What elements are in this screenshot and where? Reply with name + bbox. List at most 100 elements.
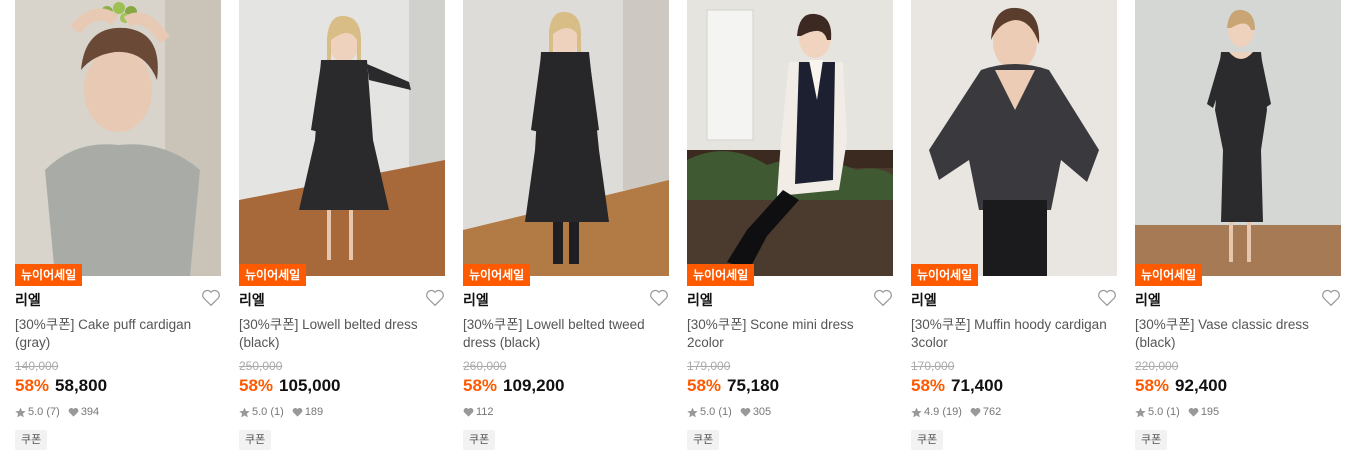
sale-price: 92,400 xyxy=(1175,376,1228,395)
rating-likes: 5.0 (1) 305 xyxy=(687,406,779,418)
heart-icon[interactable] xyxy=(1321,289,1341,307)
rating-likes: 5.0 (1) 195 xyxy=(1135,406,1227,418)
heart-icon[interactable] xyxy=(425,289,445,307)
price-line: 58% 105,000 xyxy=(239,376,340,396)
star-icon xyxy=(15,406,26,417)
star-icon xyxy=(911,406,922,417)
brand-name[interactable]: 리엘 xyxy=(687,290,713,310)
brand-name[interactable]: 리엘 xyxy=(463,290,489,310)
brand-name[interactable]: 리엘 xyxy=(15,290,41,310)
sale-badge: 뉴이어세일 xyxy=(1135,264,1203,286)
heart-icon[interactable] xyxy=(873,289,893,307)
review-count: (19) xyxy=(942,406,962,418)
price-line: 58% 58,800 xyxy=(15,376,107,396)
product-card[interactable]: 뉴이어세일 리엘 [30%쿠폰] Muffin hoody cardigan 3… xyxy=(911,0,1117,467)
star-icon xyxy=(239,406,250,417)
rating-likes: 5.0 (1) 189 xyxy=(239,406,331,418)
product-image[interactable] xyxy=(239,0,445,276)
product-image[interactable] xyxy=(911,0,1117,276)
brand-name[interactable]: 리엘 xyxy=(239,290,265,310)
original-price: 170,000 xyxy=(911,359,955,373)
like-count: 762 xyxy=(982,406,1002,418)
review-count: (1) xyxy=(270,406,284,418)
heart-icon[interactable] xyxy=(1097,289,1117,307)
product-name[interactable]: [30%쿠폰] Muffin hoody cardigan 3color xyxy=(911,316,1117,352)
like-heart-icon xyxy=(68,407,79,417)
coupon-tag: 쿠폰 xyxy=(1135,430,1168,450)
product-name[interactable]: [30%쿠폰] Scone mini dress 2color xyxy=(687,316,893,352)
sale-badge: 뉴이어세일 xyxy=(239,264,307,286)
product-card[interactable]: 뉴이어세일 리엘 [30%쿠폰] Cake puff cardigan (gra… xyxy=(15,0,221,467)
product-grid: 뉴이어세일 리엘 [30%쿠폰] Cake puff cardigan (gra… xyxy=(0,0,1349,467)
discount-rate: 58% xyxy=(1135,376,1170,395)
sale-badge: 뉴이어세일 xyxy=(687,264,755,286)
price-line: 58% 109,200 xyxy=(463,376,564,396)
heart-icon[interactable] xyxy=(649,289,669,307)
rating-value: 5.0 xyxy=(700,406,716,418)
product-image[interactable] xyxy=(687,0,893,276)
like-heart-icon xyxy=(740,407,751,417)
sale-price: 58,800 xyxy=(55,376,108,395)
coupon-tag: 쿠폰 xyxy=(239,430,272,450)
review-count: (1) xyxy=(718,406,732,418)
like-count: 195 xyxy=(1200,406,1220,418)
discount-rate: 58% xyxy=(687,376,722,395)
review-count: (7) xyxy=(46,406,60,418)
discount-rate: 58% xyxy=(239,376,274,395)
like-count: 189 xyxy=(304,406,324,418)
original-price: 140,000 xyxy=(15,359,59,373)
discount-rate: 58% xyxy=(911,376,946,395)
product-card[interactable]: 뉴이어세일 리엘 [30%쿠폰] Scone mini dress 2color… xyxy=(687,0,893,467)
coupon-tag: 쿠폰 xyxy=(911,430,944,450)
rating-value: 5.0 xyxy=(1148,406,1164,418)
sale-price: 75,180 xyxy=(727,376,780,395)
star-icon xyxy=(1135,406,1146,417)
rating-value: 4.9 xyxy=(924,406,940,418)
product-card[interactable]: 뉴이어세일 리엘 [30%쿠폰] Vase classic dress (bla… xyxy=(1135,0,1341,467)
price-line: 58% 75,180 xyxy=(687,376,779,396)
brand-name[interactable]: 리엘 xyxy=(1135,290,1161,310)
original-price: 260,000 xyxy=(463,359,507,373)
sale-price: 109,200 xyxy=(503,376,565,395)
sale-badge: 뉴이어세일 xyxy=(15,264,83,286)
rating-likes: 4.9 (19) 762 xyxy=(911,406,1009,418)
coupon-tag: 쿠폰 xyxy=(15,430,48,450)
star-icon xyxy=(687,406,698,417)
sale-price: 105,000 xyxy=(279,376,341,395)
discount-rate: 58% xyxy=(463,376,498,395)
like-count: 112 xyxy=(476,406,494,418)
brand-name[interactable]: 리엘 xyxy=(911,290,937,310)
price-line: 58% 71,400 xyxy=(911,376,1003,396)
product-image[interactable] xyxy=(1135,0,1341,276)
rating-likes: 5.0 (7) 394 xyxy=(15,406,107,418)
rating-value: 5.0 xyxy=(28,406,44,418)
product-name[interactable]: [30%쿠폰] Vase classic dress (black) xyxy=(1135,316,1341,352)
sale-price: 71,400 xyxy=(951,376,1004,395)
sale-badge: 뉴이어세일 xyxy=(463,264,531,286)
like-heart-icon xyxy=(292,407,303,417)
product-card[interactable]: 뉴이어세일 리엘 [30%쿠폰] Lowell belted tweed dre… xyxy=(463,0,669,467)
heart-icon[interactable] xyxy=(201,289,221,307)
original-price: 179,000 xyxy=(687,359,731,373)
discount-rate: 58% xyxy=(15,376,50,395)
product-name[interactable]: [30%쿠폰] Lowell belted dress (black) xyxy=(239,316,445,352)
like-count: 305 xyxy=(752,406,772,418)
coupon-tag: 쿠폰 xyxy=(463,430,496,450)
like-heart-icon xyxy=(463,407,474,417)
sale-badge: 뉴이어세일 xyxy=(911,264,979,286)
review-count: (1) xyxy=(1166,406,1180,418)
original-price: 250,000 xyxy=(239,359,283,373)
product-name[interactable]: [30%쿠폰] Cake puff cardigan (gray) xyxy=(15,316,221,352)
like-count: 394 xyxy=(80,406,100,418)
like-heart-icon xyxy=(970,407,981,417)
product-image[interactable] xyxy=(463,0,669,276)
product-card[interactable]: 뉴이어세일 리엘 [30%쿠폰] Lowell belted dress (bl… xyxy=(239,0,445,467)
coupon-tag: 쿠폰 xyxy=(687,430,720,450)
rating-likes: 112 xyxy=(463,406,502,418)
original-price: 220,000 xyxy=(1135,359,1179,373)
product-name[interactable]: [30%쿠폰] Lowell belted tweed dress (black… xyxy=(463,316,669,352)
product-image[interactable] xyxy=(15,0,221,276)
rating-value: 5.0 xyxy=(252,406,268,418)
price-line: 58% 92,400 xyxy=(1135,376,1227,396)
like-heart-icon xyxy=(1188,407,1199,417)
